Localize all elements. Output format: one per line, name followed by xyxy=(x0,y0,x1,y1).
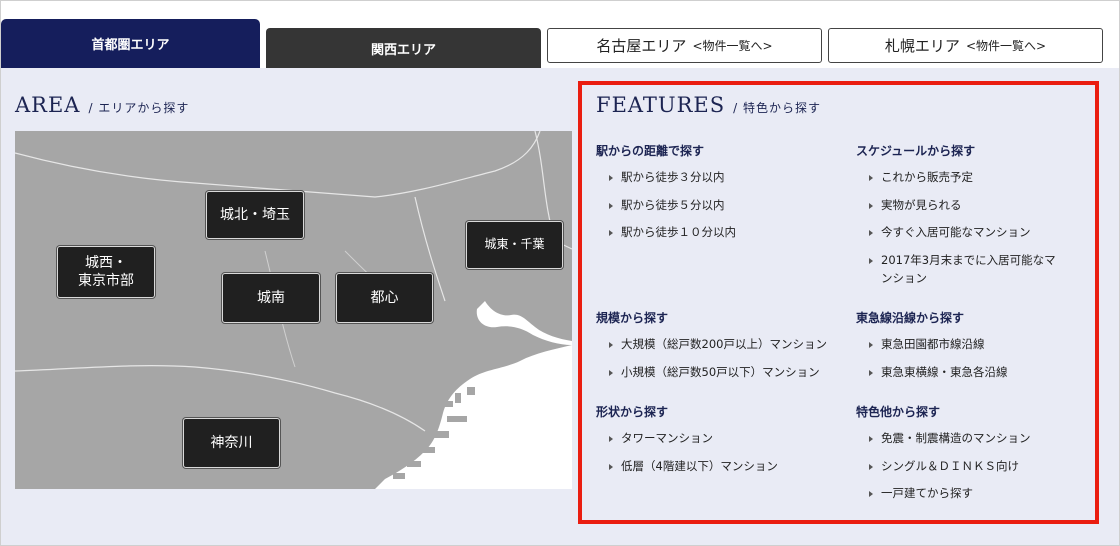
region-josai-line1: 城西・ xyxy=(85,254,127,271)
tab-sapporo-label: 札幌エリア xyxy=(884,37,960,55)
feature-link-toyoko[interactable]: 東急東横線・東急各沿線 xyxy=(869,364,1008,382)
tab-shutoken-area[interactable]: 首都圏エリア xyxy=(1,19,260,68)
region-kanagawa[interactable]: 神奈川 xyxy=(183,418,280,468)
group-title-other: 特色他から探す xyxy=(856,405,941,419)
group-title-tokyu: 東急線沿線から探す xyxy=(856,311,965,325)
region-jonan[interactable]: 城南 xyxy=(222,273,320,323)
region-toshin[interactable]: 都心 xyxy=(336,273,433,323)
tab-nagoya-sub: <物件一覧へ> xyxy=(692,39,773,53)
feature-link-seismic[interactable]: 免震・制震構造のマンション xyxy=(869,430,1031,448)
region-josai-line2: 東京市部 xyxy=(78,273,134,289)
region-johoku-saitama[interactable]: 城北・埼玉 xyxy=(206,191,304,239)
tab-nagoya-label: 名古屋エリア xyxy=(596,37,687,55)
area-title: AREA xyxy=(15,93,81,117)
tab-sapporo-area[interactable]: 札幌エリア <物件一覧へ> xyxy=(828,28,1103,63)
area-heading: AREA / エリアから探す xyxy=(15,93,189,117)
tab-nagoya-area[interactable]: 名古屋エリア <物件一覧へ> xyxy=(547,28,822,63)
features-title: FEATURES xyxy=(596,93,726,117)
group-title-shape: 形状から探す xyxy=(596,405,669,419)
feature-link-move-in-now[interactable]: 今すぐ入居可能なマンション xyxy=(869,224,1031,242)
feature-link-detached-house[interactable]: 一戸建てから探す xyxy=(869,485,973,503)
feature-link-move-in-2017[interactable]: 2017年3月末までに入居可能なマンション xyxy=(869,252,1059,288)
feature-link-denentoshi[interactable]: 東急田園都市線沿線 xyxy=(869,336,985,354)
group-title-scale: 規模から探す xyxy=(596,311,669,325)
tab-sapporo-sub: <物件一覧へ> xyxy=(965,39,1047,53)
area-subtitle: / エリアから探す xyxy=(88,101,190,115)
feature-link-small-scale[interactable]: 小規模（総戸数50戸以下）マンション xyxy=(609,364,820,382)
region-joto-chiba[interactable]: 城東・千葉 xyxy=(466,221,563,269)
feature-link-low-rise[interactable]: 低層（4階建以下）マンション xyxy=(609,458,778,476)
feature-link-large-scale[interactable]: 大規模（総戸数200戸以上）マンション xyxy=(609,336,827,354)
feature-link-walk-3[interactable]: 駅から徒歩３分以内 xyxy=(609,169,725,187)
area-map: 城北・埼玉 城西・ 東京市部 城東・千葉 城南 都心 神奈川 xyxy=(15,131,572,489)
feature-link-upcoming[interactable]: これから販売予定 xyxy=(869,169,973,187)
features-heading: FEATURES / 特色から探す xyxy=(596,93,821,117)
feature-link-single-dinks[interactable]: シングル＆ＤＩＮＫＳ向け xyxy=(869,458,1019,476)
region-josai-tokyo[interactable]: 城西・ 東京市部 xyxy=(57,246,155,298)
feature-link-tower[interactable]: タワーマンション xyxy=(609,430,713,448)
features-subtitle: / 特色から探す xyxy=(733,101,822,115)
group-title-distance: 駅からの距離で探す xyxy=(596,144,705,158)
tab-kansai-area[interactable]: 関西エリア xyxy=(266,28,541,68)
feature-link-walk-5[interactable]: 駅から徒歩５分以内 xyxy=(609,197,725,215)
feature-link-viewable[interactable]: 実物が見られる xyxy=(869,197,962,215)
group-title-schedule: スケジュールから探す xyxy=(856,144,976,158)
feature-link-walk-10[interactable]: 駅から徒歩１０分以内 xyxy=(609,224,736,242)
